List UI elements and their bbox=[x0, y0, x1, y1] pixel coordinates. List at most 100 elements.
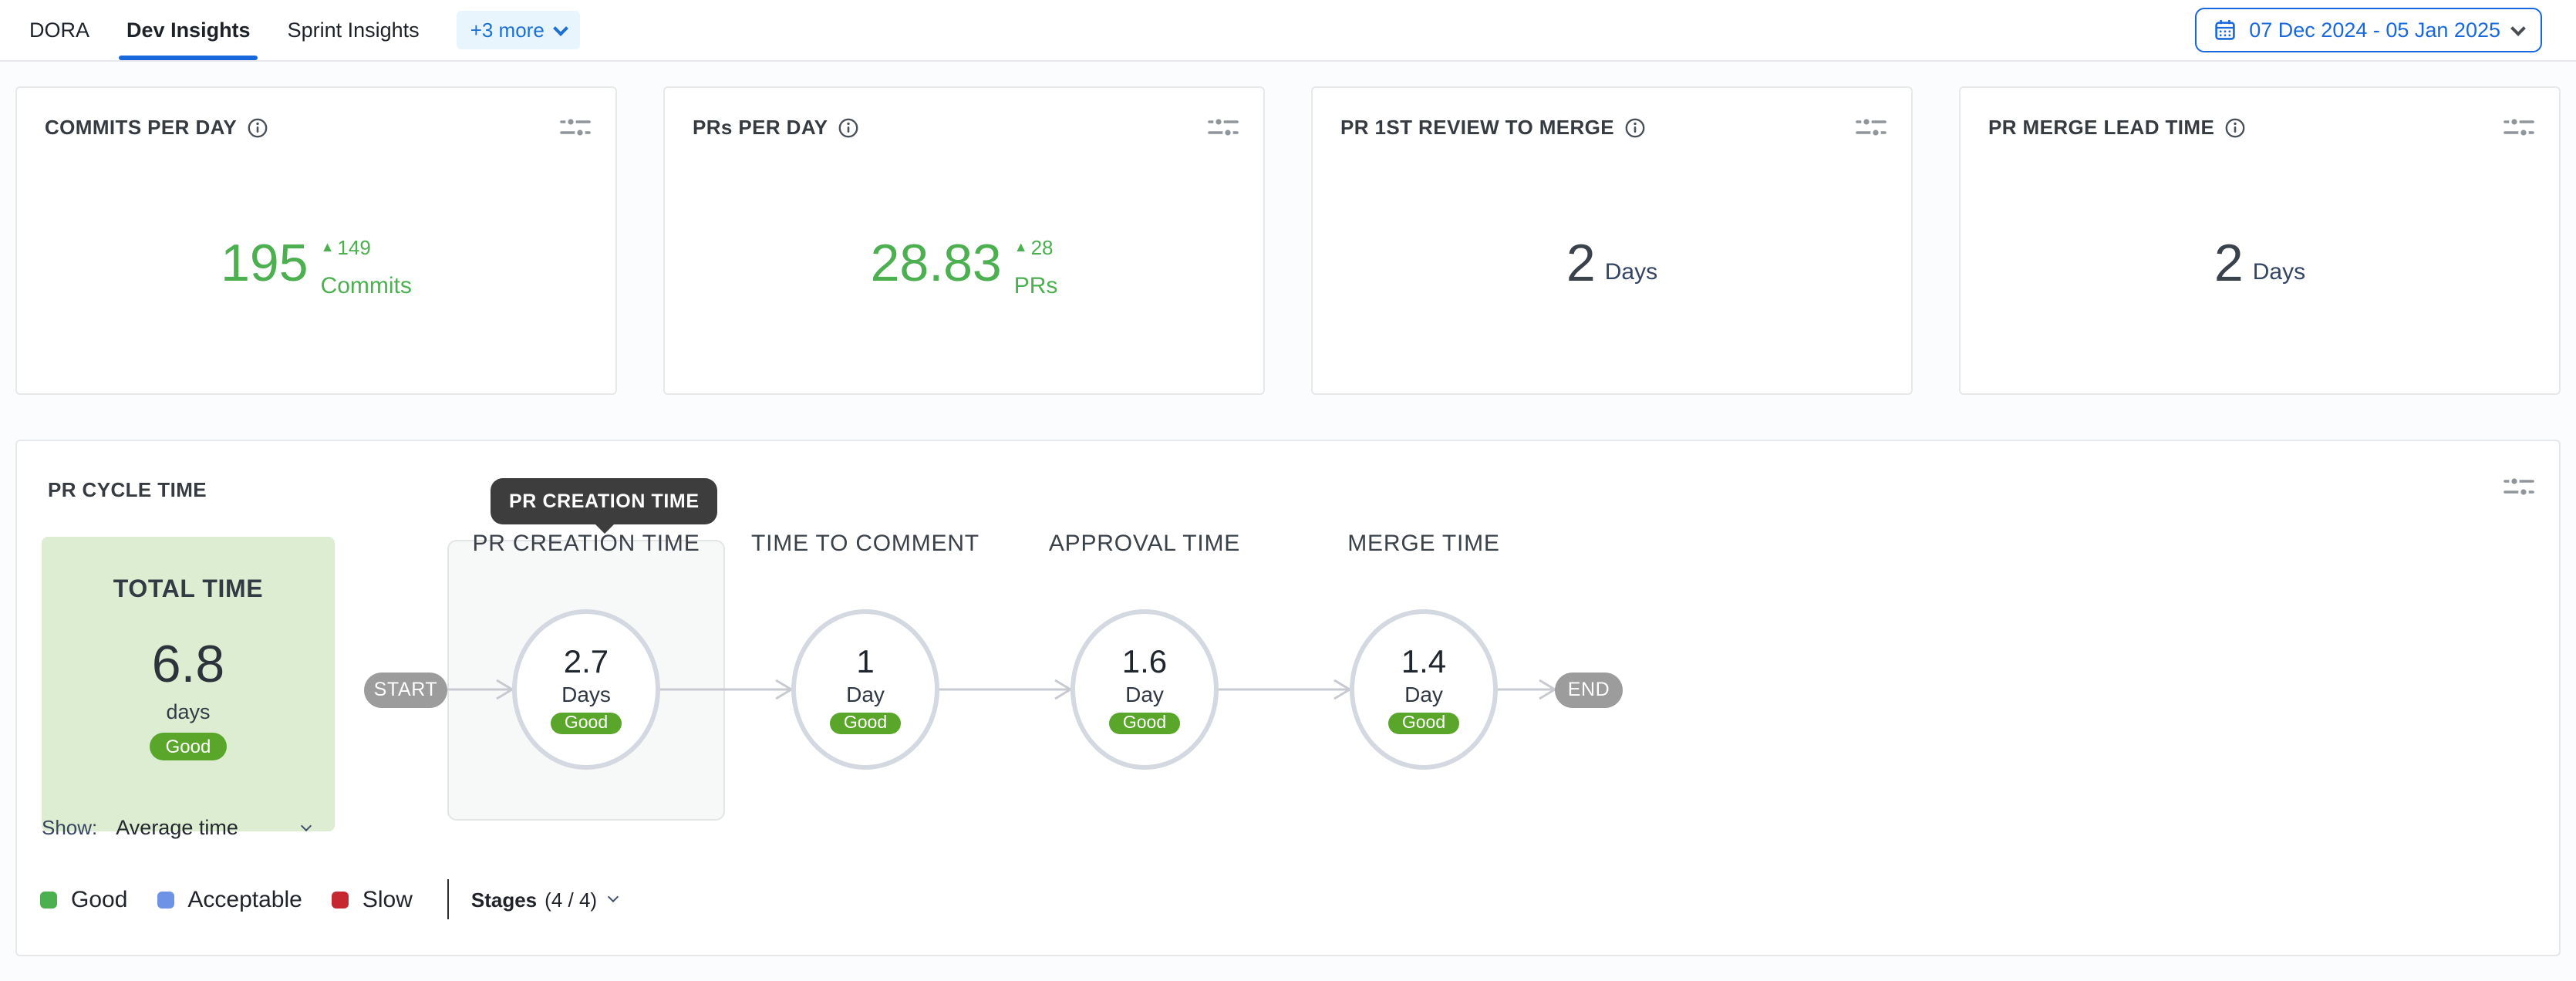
metric-value: 2 bbox=[1566, 238, 1596, 290]
metric-side: ▲149 Commits bbox=[321, 238, 412, 299]
tab-dora[interactable]: DORA bbox=[29, 0, 89, 60]
metric-unit: PRs bbox=[1014, 273, 1058, 299]
metric-delta: ▲28 bbox=[1014, 238, 1058, 258]
status-badge: Good bbox=[830, 713, 901, 734]
info-icon[interactable] bbox=[2224, 116, 2245, 138]
metric-value-block: 2 Days bbox=[1961, 238, 2559, 290]
metric-delta: ▲149 bbox=[321, 238, 412, 258]
tab-label: Sprint Insights bbox=[288, 19, 420, 42]
legend: Good Acceptable Slow Stages (4 / 4) bbox=[40, 879, 617, 919]
tab-label: DORA bbox=[29, 19, 89, 42]
start-node: START bbox=[364, 673, 447, 708]
total-time-unit: days bbox=[166, 700, 210, 723]
total-time-card: TOTAL TIME 6.8 days Good bbox=[42, 537, 335, 831]
metric-delta-value: 149 bbox=[337, 238, 370, 258]
stage-title: APPROVAL TIME bbox=[1006, 531, 1283, 557]
info-icon[interactable] bbox=[837, 116, 858, 138]
status-badge: Good bbox=[1109, 713, 1180, 734]
stage-unit: Day bbox=[1125, 682, 1164, 706]
legend-item-good: Good bbox=[40, 886, 127, 912]
pr-cycle-time-panel: PR CYCLE TIME TOTAL TIME 6.8 days Good S… bbox=[15, 440, 2561, 956]
panel-title: PR CYCLE TIME bbox=[48, 478, 207, 501]
info-icon[interactable] bbox=[246, 116, 268, 138]
metric-card-header: PR 1ST REVIEW TO MERGE bbox=[1313, 88, 1911, 139]
stages-filter-count: (4 / 4) bbox=[545, 888, 597, 911]
legend-item-acceptable: Acceptable bbox=[157, 886, 302, 912]
stage-value: 1.6 bbox=[1122, 645, 1167, 680]
stage-tooltip: PR CREATION TIME bbox=[491, 478, 718, 524]
sliders-icon[interactable] bbox=[2504, 116, 2534, 139]
sliders-icon[interactable] bbox=[560, 116, 591, 139]
metric-unit: Commits bbox=[321, 273, 412, 299]
stage-title: TIME TO COMMENT bbox=[727, 531, 1004, 557]
stage-node-merge-time[interactable]: 1.4 Day Good bbox=[1350, 609, 1498, 770]
delta-up-icon: ▲ bbox=[1014, 241, 1028, 255]
metric-value-block: 2 Days bbox=[1313, 238, 1911, 290]
total-time-label: TOTAL TIME bbox=[113, 577, 263, 605]
stage-value: 1.4 bbox=[1401, 645, 1446, 680]
metric-side: ▲28 PRs bbox=[1014, 238, 1058, 299]
stage-value: 1 bbox=[856, 645, 874, 680]
legend-swatch-acceptable bbox=[157, 891, 174, 908]
top-bar: DORA Dev Insights Sprint Insights +3 mor… bbox=[0, 0, 2576, 62]
legend-item-slow: Slow bbox=[332, 886, 413, 912]
tab-dev-insights[interactable]: Dev Insights bbox=[126, 0, 251, 60]
stages-filter-label: Stages bbox=[471, 888, 537, 911]
end-node: END bbox=[1555, 673, 1623, 708]
chevron-down-icon bbox=[302, 820, 312, 831]
sliders-icon[interactable] bbox=[2504, 475, 2534, 498]
metric-card-header: COMMITS PER DAY bbox=[17, 88, 615, 139]
calendar-icon bbox=[2214, 19, 2237, 42]
stage-title: MERGE TIME bbox=[1285, 531, 1563, 557]
metric-card-header: PR MERGE LEAD TIME bbox=[1961, 88, 2559, 139]
metric-value-block: 195 ▲149 Commits bbox=[17, 238, 615, 299]
legend-swatch-slow bbox=[332, 891, 349, 908]
metric-card-title: PRs PER DAY bbox=[693, 116, 828, 139]
metric-card-title: PR MERGE LEAD TIME bbox=[1988, 116, 2214, 139]
stage-value: 2.7 bbox=[564, 645, 609, 680]
total-time-value: 6.8 bbox=[152, 639, 225, 691]
stage-node-pr-creation-time[interactable]: 2.7 Days Good bbox=[512, 609, 660, 770]
metric-card-header: PRs PER DAY bbox=[665, 88, 1263, 139]
date-range-label: 07 Dec 2024 - 05 Jan 2025 bbox=[2249, 19, 2500, 42]
more-tabs-button[interactable]: +3 more bbox=[457, 11, 580, 49]
legend-label: Slow bbox=[362, 886, 413, 912]
tab-label: Dev Insights bbox=[126, 19, 251, 42]
metric-card-title: COMMITS PER DAY bbox=[45, 116, 237, 139]
metric-card-commits-per-day: COMMITS PER DAY 195 ▲149 Commits bbox=[15, 86, 617, 395]
stage-title: PR CREATION TIME bbox=[447, 531, 725, 557]
show-selector[interactable]: Show: Average time bbox=[42, 816, 311, 839]
chevron-down-icon bbox=[553, 20, 568, 35]
show-value: Average time bbox=[116, 816, 238, 839]
metric-value: 195 bbox=[221, 238, 308, 290]
metric-card-pr-first-review-to-merge: PR 1ST REVIEW TO MERGE 2 Days bbox=[1311, 86, 1913, 395]
stage-node-approval-time[interactable]: 1.6 Day Good bbox=[1071, 609, 1219, 770]
metric-unit: Days bbox=[2253, 259, 2305, 285]
stage-unit: Day bbox=[846, 682, 885, 706]
info-icon[interactable] bbox=[1623, 116, 1645, 138]
stage-node-time-to-comment[interactable]: 1 Day Good bbox=[791, 609, 939, 770]
sliders-icon[interactable] bbox=[1856, 116, 1886, 139]
metric-value: 2 bbox=[2214, 238, 2244, 290]
metric-value-block: 28.83 ▲28 PRs bbox=[665, 238, 1263, 299]
chevron-down-icon[interactable] bbox=[608, 892, 619, 902]
metric-card-pr-merge-lead-time: PR MERGE LEAD TIME 2 Days bbox=[1959, 86, 2561, 395]
show-label: Show: bbox=[42, 816, 97, 839]
metric-value: 28.83 bbox=[871, 238, 1002, 290]
sliders-icon[interactable] bbox=[1208, 116, 1239, 139]
status-badge: Good bbox=[1388, 713, 1459, 734]
legend-label: Good bbox=[71, 886, 127, 912]
date-range-picker[interactable]: 07 Dec 2024 - 05 Jan 2025 bbox=[2195, 8, 2542, 52]
legend-label: Acceptable bbox=[187, 886, 302, 912]
delta-up-icon: ▲ bbox=[321, 241, 335, 255]
status-badge: Good bbox=[551, 713, 622, 734]
status-badge: Good bbox=[150, 733, 227, 760]
legend-swatch-good bbox=[40, 891, 57, 908]
more-tabs-label: +3 more bbox=[470, 19, 545, 42]
dev-insights-dashboard: DORA Dev Insights Sprint Insights +3 mor… bbox=[0, 0, 2576, 981]
metric-card-title: PR 1ST REVIEW TO MERGE bbox=[1340, 116, 1614, 139]
tab-list: DORA Dev Insights Sprint Insights +3 mor… bbox=[29, 0, 580, 60]
tab-sprint-insights[interactable]: Sprint Insights bbox=[288, 0, 420, 60]
metric-delta-value: 28 bbox=[1031, 238, 1054, 258]
legend-divider bbox=[448, 879, 450, 919]
